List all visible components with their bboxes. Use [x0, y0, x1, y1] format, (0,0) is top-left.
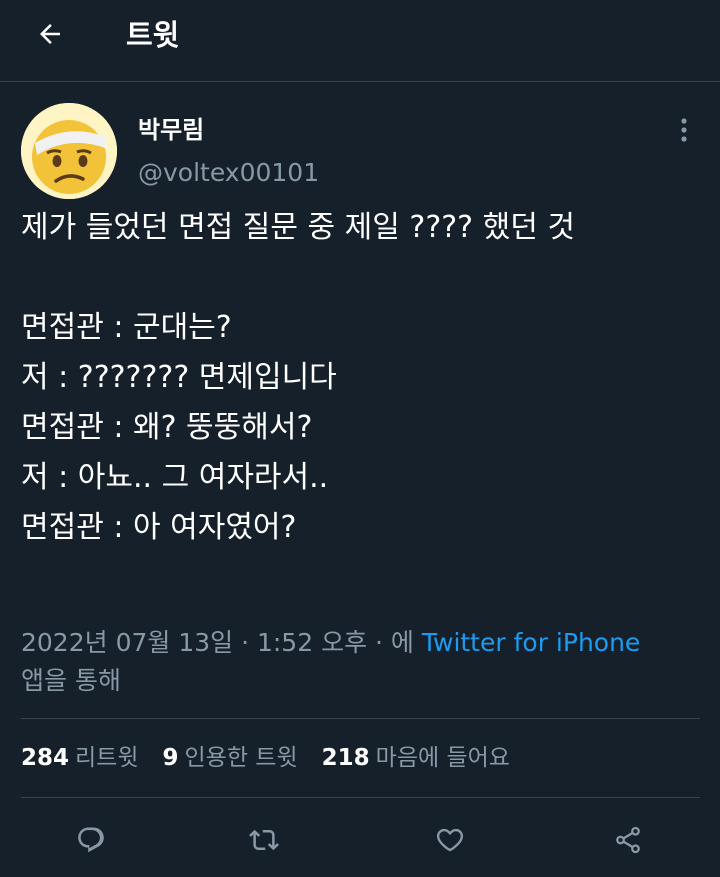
more-options-button[interactable]: [664, 112, 704, 152]
retweets-count: 284: [21, 745, 70, 771]
user-handle[interactable]: @voltex00101: [138, 156, 319, 190]
tweet-stats: 284 리트윗 9 인용한 트윗 218 마음에 들어요: [21, 740, 534, 776]
tweet-source-link[interactable]: Twitter for iPhone: [422, 628, 640, 657]
quotes-stat[interactable]: 9 인용한 트윗: [163, 740, 298, 776]
tweet-timestamp: 2022년 07월 13일 · 1:52 오후 · 에: [21, 628, 422, 657]
retweets-label: 리트윗: [75, 745, 139, 771]
user-name[interactable]: 박무림: [138, 114, 204, 146]
divider: [21, 797, 700, 798]
tweet-meta: 2022년 07월 13일 · 1:52 오후 · 에 Twitter for …: [21, 624, 701, 700]
tweet-source-suffix: 앱을 통해: [21, 666, 121, 695]
back-button[interactable]: [26, 14, 74, 58]
likes-stat[interactable]: 218 마음에 들어요: [322, 740, 510, 776]
retweets-stat[interactable]: 284 리트윗: [21, 740, 139, 776]
like-button[interactable]: [426, 818, 474, 866]
reply-button[interactable]: [67, 818, 115, 866]
top-bar: 트윗: [0, 0, 720, 82]
share-button[interactable]: [604, 818, 652, 866]
quotes-label: 인용한 트윗: [184, 745, 298, 771]
quotes-count: 9: [162, 745, 179, 771]
more-vertical-icon: [680, 117, 688, 147]
worried-bandaged-emoji-avatar: [21, 103, 117, 199]
divider: [21, 718, 700, 719]
arrow-left-icon: [35, 19, 65, 53]
tweet-text: 제가 들었던 면접 질문 중 제일 ???? 했던 것 면접관 : 군대는? 저…: [21, 210, 575, 545]
likes-label: 마음에 들어요: [375, 745, 510, 771]
retweet-icon: [249, 825, 279, 859]
like-icon: [435, 825, 465, 859]
likes-count: 218: [321, 745, 370, 771]
retweet-button[interactable]: [240, 818, 288, 866]
avatar[interactable]: [21, 103, 117, 199]
reply-icon: [76, 825, 106, 859]
share-icon: [613, 825, 643, 859]
page-title: 트윗: [126, 18, 180, 52]
